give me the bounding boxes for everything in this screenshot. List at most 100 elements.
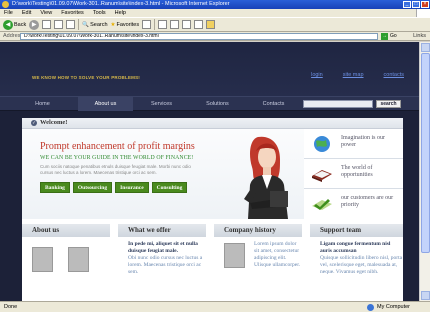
nav-services[interactable]: Services — [134, 97, 189, 111]
edit-icon[interactable] — [182, 20, 192, 29]
banking-button[interactable]: Banking — [40, 182, 70, 193]
maximize-button[interactable]: □ — [412, 1, 420, 8]
status-bar: Done My Computer — [0, 301, 430, 312]
column-heading: What we offer — [118, 224, 206, 237]
windows-logo-icon — [416, 9, 430, 17]
promo-buttons: Banking Outsourcing Insurance Consulting — [40, 182, 188, 193]
nav-home[interactable]: Home — [15, 97, 70, 111]
go-label: Go — [390, 33, 397, 39]
column-heading: About us — [22, 224, 110, 237]
check-icon: ✓ — [31, 120, 37, 126]
main-nav: Home About us Services Solutions Contact… — [0, 96, 419, 111]
menu-view[interactable]: View — [40, 9, 52, 17]
search-icon: 🔍 — [82, 21, 90, 28]
outsourcing-button[interactable]: Outsourcing — [72, 182, 113, 193]
contacts-link[interactable]: contacts — [384, 72, 404, 78]
site-map-link[interactable]: site map — [343, 72, 364, 78]
back-label: Back — [14, 21, 27, 28]
menu-favorites[interactable]: Favorites — [61, 9, 84, 17]
search-label: Search — [90, 21, 108, 28]
globe-icon — [314, 136, 330, 152]
window-controls: _ □ × — [403, 1, 429, 8]
feature-item[interactable]: The world of opportunities — [304, 159, 403, 189]
go-button[interactable]: → Go — [381, 33, 403, 40]
feature-text: our customers are our priority — [341, 195, 394, 208]
history-icon[interactable] — [142, 20, 152, 29]
consulting-button[interactable]: Consulting — [151, 182, 188, 193]
nav-contacts[interactable]: Contacts — [246, 97, 301, 111]
nav-solutions[interactable]: Solutions — [190, 97, 245, 111]
column-heading: Company history — [214, 224, 302, 237]
search-button[interactable]: 🔍 Search — [82, 19, 107, 30]
favorites-star-icon: ★ — [110, 21, 116, 28]
back-arrow-icon: ◀ — [3, 19, 13, 30]
feature-text: The world of opportunities — [341, 165, 373, 178]
site-search-button[interactable]: search — [376, 100, 401, 108]
promo-subtitle: WE CAN BE YOUR GUIDE IN THE WORLD OF FIN… — [40, 155, 194, 161]
menu-edit[interactable]: Edit — [22, 9, 31, 17]
mail-icon[interactable] — [158, 20, 168, 29]
woman-photo — [224, 243, 245, 268]
go-arrow-icon: → — [381, 33, 388, 40]
favorites-label: Favorites — [116, 21, 140, 28]
address-bar: Address D:\work\Testing\01.09.07\Work-30… — [0, 32, 430, 41]
close-button[interactable]: × — [421, 1, 429, 8]
site-search-input[interactable] — [303, 100, 373, 108]
scroll-thumb[interactable] — [421, 53, 430, 253]
feature-item[interactable]: our customers are our priority — [304, 189, 403, 219]
welcome-heading: Welcome! — [40, 119, 68, 126]
about-us-column: About us — [22, 224, 110, 301]
checkmark-icon — [312, 199, 332, 210]
menu-bar: File Edit View Favorites Tools Help — [0, 9, 430, 17]
address-input[interactable]: D:\work\Testing\01.09.07\Work-301..Ranum… — [20, 33, 378, 40]
promo-text: Cum sociis natoque penatibus etnuls duis… — [40, 164, 191, 175]
vertical-scrollbar[interactable] — [419, 42, 430, 301]
security-zone: My Computer — [366, 302, 410, 312]
welcome-bar: ✓ Welcome! — [22, 118, 403, 129]
scroll-up-button[interactable] — [421, 43, 430, 52]
feature-item[interactable]: Imagination is our power — [304, 129, 403, 159]
scroll-down-button[interactable] — [421, 291, 430, 300]
man-photo — [68, 247, 89, 272]
column-text: Ligam congue fermentum nisl auris accums… — [320, 241, 391, 254]
menu-tools[interactable]: Tools — [93, 9, 106, 17]
column-text: Obi nunc odio cursus nec luctus a lorem.… — [128, 255, 203, 275]
nav-about-us[interactable]: About us — [78, 97, 133, 111]
zone-label: My Computer — [376, 304, 410, 310]
site-header: WE KNOW HOW TO SOLVE YOUR PROBLEMS! logi… — [0, 42, 419, 96]
minimize-button[interactable]: _ — [403, 1, 411, 8]
back-button[interactable]: ◀ Back — [3, 19, 26, 30]
column-text: In pede mi, aliquet sit et nulla duisque… — [128, 241, 198, 254]
company-history-column: Company history Lorem ipsum dolor sit am… — [214, 224, 302, 301]
menu-help[interactable]: Help — [115, 9, 126, 17]
businesswoman-illustration — [244, 136, 288, 219]
man-photo — [32, 247, 53, 272]
print-icon[interactable] — [170, 20, 180, 29]
forward-button[interactable]: ▶ — [29, 19, 40, 30]
insurance-button[interactable]: Insurance — [115, 182, 149, 193]
menu-file[interactable]: File — [4, 9, 13, 17]
home-icon[interactable] — [66, 20, 76, 29]
promo-banner: Prompt enhancement of profit margins WE … — [22, 129, 304, 219]
folder-icon[interactable] — [206, 20, 216, 29]
support-team-column: Support team Ligam congue fermentum nisl… — [310, 224, 403, 301]
ie-app-icon — [2, 1, 9, 8]
forward-arrow-icon: ▶ — [29, 19, 40, 30]
favorites-button[interactable]: ★ Favorites — [111, 19, 140, 30]
links-label[interactable]: Links — [413, 32, 426, 41]
column-text: Quisque sollicitudin libero nisl, porta … — [320, 255, 403, 275]
toolbar-separator — [78, 19, 80, 30]
top-links: login site map contacts — [311, 72, 404, 78]
refresh-icon[interactable] — [54, 20, 64, 29]
login-link[interactable]: login — [311, 72, 323, 78]
status-text: Done — [4, 304, 18, 310]
discuss-icon[interactable] — [194, 20, 204, 29]
stop-icon[interactable] — [42, 20, 52, 29]
column-text: Lorem ipsum dolor sit amet, consectetur … — [254, 241, 300, 261]
book-icon — [312, 170, 332, 182]
content-panel: ✓ Welcome! Prompt enhancement of profit … — [22, 118, 403, 301]
info-columns: About us What we offer In pede mi, aliqu… — [22, 224, 403, 301]
column-heading: Support team — [310, 224, 403, 237]
what-we-offer-column: What we offer In pede mi, aliquet sit et… — [118, 224, 206, 301]
browser-toolbar: ◀ Back ▶ 🔍 Search ★ Favorites — [0, 17, 430, 32]
